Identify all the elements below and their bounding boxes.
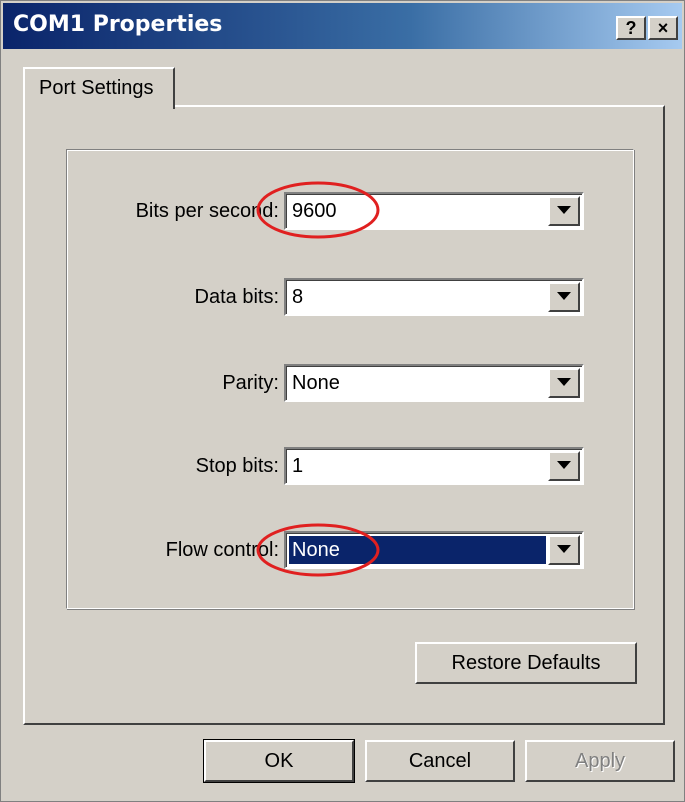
tab-port-settings[interactable]: Port Settings <box>23 67 175 109</box>
parity-label: Parity: <box>222 372 279 394</box>
data-bits-combo[interactable]: 8 <box>284 278 584 316</box>
ok-button[interactable]: OK <box>203 739 355 783</box>
cancel-button[interactable]: Cancel <box>365 740 515 782</box>
flow-control-label: Flow control: <box>165 539 279 561</box>
chevron-down-icon <box>557 378 571 386</box>
parity-row: Parity: None <box>1 364 685 404</box>
stop-bits-dropdown-button[interactable] <box>548 451 580 481</box>
data-bits-value: 8 <box>292 286 304 308</box>
data-bits-row: Data bits: 8 <box>1 278 685 318</box>
stop-bits-label: Stop bits: <box>195 455 279 477</box>
flow-control-combo[interactable]: None <box>284 531 584 569</box>
tab-label: Port Settings <box>39 77 154 99</box>
stop-bits-combo[interactable]: 1 <box>284 447 584 485</box>
parity-dropdown-button[interactable] <box>548 368 580 398</box>
flow-control-value: None <box>292 539 340 561</box>
data-bits-dropdown-button[interactable] <box>548 282 580 312</box>
close-button[interactable]: × <box>648 16 678 40</box>
stop-bits-value: 1 <box>292 455 304 477</box>
com1-properties-dialog: COM1 Properties ? × Port Settings Bits p… <box>0 0 685 802</box>
chevron-down-icon <box>557 461 571 469</box>
restore-defaults-button[interactable]: Restore Defaults <box>415 642 637 684</box>
apply-button[interactable]: Apply <box>525 740 675 782</box>
bits-per-second-value: 9600 <box>292 200 337 222</box>
bits-per-second-dropdown-button[interactable] <box>548 196 580 226</box>
stop-bits-row: Stop bits: 1 <box>1 447 685 487</box>
title-bar[interactable]: COM1 Properties ? × <box>3 3 682 49</box>
parity-combo[interactable]: None <box>284 364 584 402</box>
chevron-down-icon <box>557 545 571 553</box>
chevron-down-icon <box>557 292 571 300</box>
chevron-down-icon <box>557 206 571 214</box>
bits-per-second-combo[interactable]: 9600 <box>284 192 584 230</box>
window-title: COM1 Properties <box>13 12 223 37</box>
bits-per-second-row: Bits per second: 9600 <box>1 192 685 232</box>
data-bits-label: Data bits: <box>194 286 279 308</box>
bits-per-second-label: Bits per second: <box>135 200 279 222</box>
flow-control-dropdown-button[interactable] <box>548 535 580 565</box>
flow-control-row: Flow control: None <box>1 531 685 571</box>
help-button[interactable]: ? <box>616 16 646 40</box>
parity-value: None <box>292 372 340 394</box>
